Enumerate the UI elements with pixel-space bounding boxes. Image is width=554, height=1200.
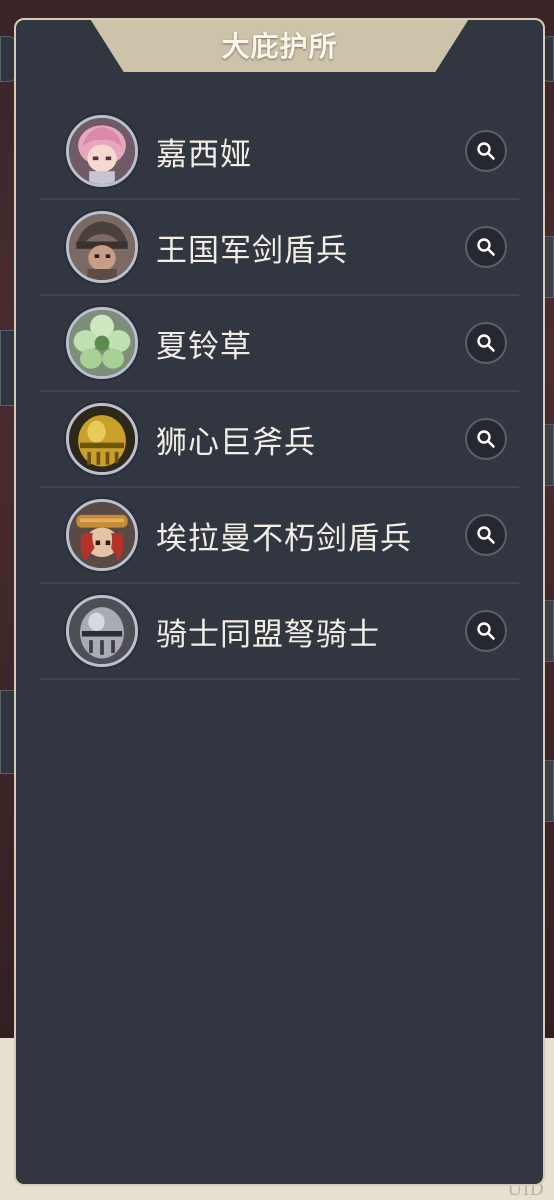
unit-name: 夏铃草 [156,328,252,365]
unit-list: 嘉西娅 王国军剑盾兵 夏铃草 狮心巨斧兵 埃拉曼不朽剑盾兵 骑士同盟弩骑士 [40,104,519,680]
search-button[interactable] [465,130,507,172]
search-icon [477,238,495,256]
search-button[interactable] [465,226,507,268]
panel-title-tab: 大庇护所 [89,20,470,72]
unit-row[interactable]: 埃拉曼不朽剑盾兵 [40,488,519,584]
sanctuary-panel: 大庇护所 嘉西娅 王国军剑盾兵 夏铃草 狮心巨斧兵 埃拉曼不朽剑盾兵 骑士同盟弩… [14,18,545,1186]
golden-helmet-portrait-icon [66,403,138,475]
unit-name: 王国军剑盾兵 [156,232,348,269]
unit-row[interactable]: 王国军剑盾兵 [40,200,519,296]
search-button[interactable] [465,322,507,364]
panel-title: 大庇护所 [221,30,338,63]
pink-hair-girl-portrait-icon [66,115,138,187]
background-tile [544,236,554,298]
search-icon [477,334,495,352]
unit-row[interactable]: 狮心巨斧兵 [40,392,519,488]
search-icon [477,622,495,640]
unit-name: 埃拉曼不朽剑盾兵 [156,520,412,557]
green-flower-portrait-icon [66,307,138,379]
steel-helmet-knight-portrait-icon [66,595,138,667]
unit-name: 骑士同盟弩骑士 [156,616,380,653]
unit-row[interactable]: 夏铃草 [40,296,519,392]
unit-row[interactable]: 骑士同盟弩骑士 [40,584,519,680]
unit-name: 狮心巨斧兵 [156,424,316,461]
search-button[interactable] [465,610,507,652]
search-icon [477,142,495,160]
red-hair-hat-soldier-portrait-icon [66,499,138,571]
search-icon [477,430,495,448]
unit-name: 嘉西娅 [156,136,252,173]
search-button[interactable] [465,514,507,556]
hooded-soldier-portrait-icon [66,211,138,283]
unit-row[interactable]: 嘉西娅 [40,104,519,200]
background-tile [544,760,554,822]
background-tile [544,424,554,486]
search-button[interactable] [465,418,507,460]
background-tile [544,600,554,662]
search-icon [477,526,495,544]
